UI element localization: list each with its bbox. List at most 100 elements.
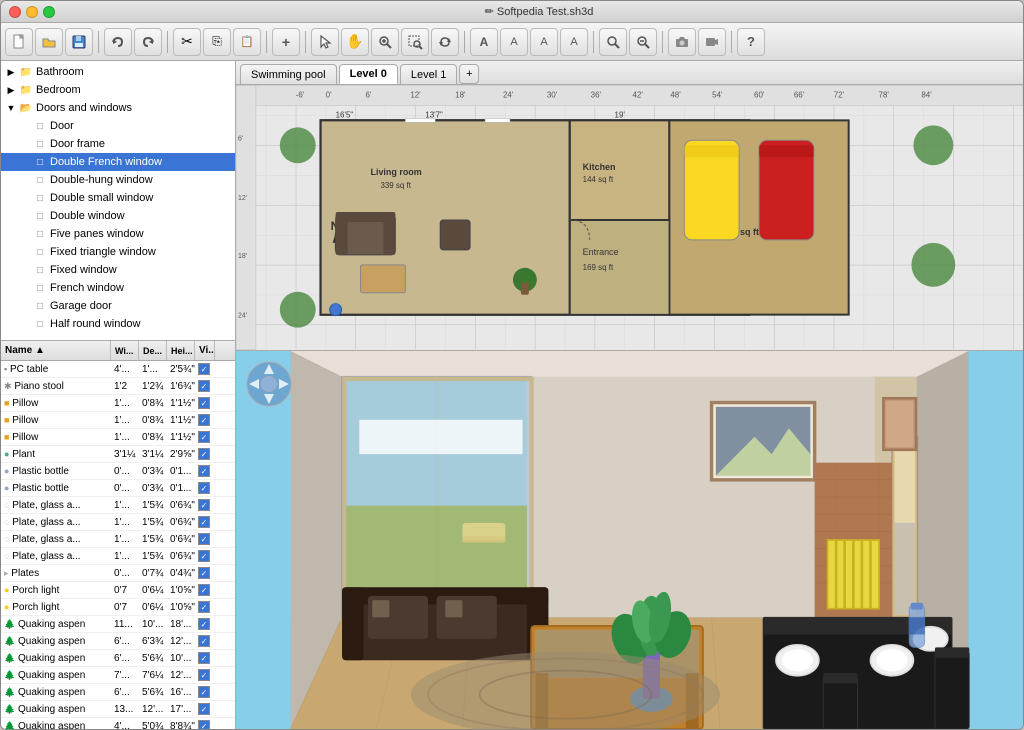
table-row[interactable]: ○ Plate, glass a... 1'... 1'5¾ 0'6¾" [1,497,235,514]
table-row-porch-light-2[interactable]: ● Porch light 0'7 0'6¼ 1'0⅝" [1,599,235,616]
item-icon-door-frame: □ [33,137,47,151]
tree-item-door[interactable]: □ Door [1,117,235,135]
cell-visible[interactable] [195,396,215,410]
camera-button[interactable] [668,28,696,56]
floor-plan-area[interactable]: Swimming pool Level 0 Level 1 + [236,61,1023,351]
dim-a-button[interactable]: A [500,28,528,56]
paste-button[interactable]: 📋 [233,28,261,56]
tree-item-double-window[interactable]: □ Double window [1,207,235,225]
zoom-out-button[interactable] [629,28,657,56]
cell-visible[interactable] [195,498,215,512]
tree-label-bedroom: Bedroom [36,84,81,96]
cell-visible[interactable] [195,379,215,393]
cell-visible[interactable] [195,719,215,729]
tab-add-button[interactable]: + [459,64,479,84]
table-row[interactable]: 🌲 Quaking aspen 6'... 5'6¾ 16'... [1,684,235,701]
table-row[interactable]: ✱ Piano stool 1'2 1'2¾ 1'6¾" [1,378,235,395]
table-row[interactable]: ■ Pillow 1'... 0'8¾ 1'1½" [1,429,235,446]
maximize-button[interactable] [43,6,55,18]
dim-c-button[interactable]: A [560,28,588,56]
table-row[interactable]: 🌲 Quaking aspen 6'... 6'3¾ 12'... [1,633,235,650]
table-row[interactable]: ● Plant 3'1¼ 3'1¼ 2'9⅝" [1,446,235,463]
tree-item-fixed[interactable]: □ Fixed window [1,261,235,279]
tree-item-five-panes[interactable]: □ Five panes window [1,225,235,243]
cell-visible[interactable] [195,430,215,444]
cell-visible[interactable] [195,481,215,495]
tree-item-fixed-triangle[interactable]: □ Fixed triangle window [1,243,235,261]
tree-item-half-round[interactable]: □ Half round window [1,315,235,333]
cell-visible[interactable] [195,668,215,682]
table-row-plastic-bottle-2[interactable]: ● Plastic bottle 0'... 0'3¾ 0'1... [1,480,235,497]
pan-button[interactable]: ✋ [341,28,369,56]
cell-depth: 1'5¾ [139,516,167,529]
help-button[interactable]: ? [737,28,765,56]
tree-item-double-hung[interactable]: □ Double-hung window [1,171,235,189]
new-button[interactable] [5,28,33,56]
tree-label-double-hung: Double-hung window [50,174,153,186]
table-row[interactable]: ○ Plate, glass a... 1'... 1'5¾ 0'6¾" [1,531,235,548]
table-row[interactable]: ▪ PC table 4'... 1'... 2'5¾" [1,361,235,378]
tree-view[interactable]: ▶ 📁 Bathroom ▶ 📁 Bedroom ▼ 📂 Doors and w… [1,61,235,341]
cell-visible[interactable] [195,651,215,665]
video-button[interactable] [698,28,726,56]
cell-visible[interactable] [195,617,215,631]
tab-level-0[interactable]: Level 0 [339,64,398,84]
table-row[interactable]: ○ Plate, glass a... 1'... 1'5¾ 0'6¾" [1,514,235,531]
table-row[interactable]: ■ Pillow 1'... 0'8¾ 1'1½" [1,412,235,429]
item-icon-double-small: □ [33,191,47,205]
tree-item-door-frame[interactable]: □ Door frame [1,135,235,153]
table-row[interactable]: 🌲 Quaking aspen 7'... 7'6¼ 12'... [1,667,235,684]
cell-visible[interactable] [195,634,215,648]
table-row[interactable]: 🌲 Quaking aspen 6'... 5'6¾ 10'... [1,650,235,667]
tab-level-1[interactable]: Level 1 [400,64,457,84]
minimize-button[interactable] [26,6,38,18]
svg-text:84': 84' [921,90,932,99]
svg-text:42': 42' [632,90,643,99]
table-row-porch-light-1[interactable]: ● Porch light 0'7 0'6¼ 1'0⅝" [1,582,235,599]
tree-item-garage-door[interactable]: □ Garage door [1,297,235,315]
table-row[interactable]: ■ Pillow 1'... 0'8¾ 1'1½" [1,395,235,412]
text-button[interactable]: A [470,28,498,56]
table-row[interactable]: ○ Plate, glass a... 1'... 1'5¾ 0'6¾" [1,548,235,565]
copy-button[interactable]: ⎘ [203,28,231,56]
rotate-button[interactable] [431,28,459,56]
cell-visible[interactable] [195,600,215,614]
cell-visible[interactable] [195,685,215,699]
open-button[interactable] [35,28,63,56]
navigation-control[interactable] [244,359,294,409]
cut-button[interactable]: ✂ [173,28,201,56]
table-row[interactable]: 🌲 Quaking aspen 11... 10'... 18'... [1,616,235,633]
cell-visible[interactable] [195,549,215,563]
tree-item-double-french[interactable]: □ Double French window [1,153,235,171]
cell-visible[interactable] [195,413,215,427]
cell-visible[interactable] [195,362,215,376]
cell-visible[interactable] [195,566,215,580]
cell-visible[interactable] [195,583,215,597]
select-button[interactable] [311,28,339,56]
close-button[interactable] [9,6,21,18]
undo-button[interactable] [104,28,132,56]
tree-item-french[interactable]: □ French window [1,279,235,297]
table-row-plastic-bottle-1[interactable]: ● Plastic bottle 0'... 0'3¾ 0'1... [1,463,235,480]
furniture-table[interactable]: Name ▲ Wi... De... Hei... Vi... ▪ PC tab… [1,341,235,729]
search-button[interactable] [599,28,627,56]
table-row[interactable]: 🌲 Quaking aspen 13... 12'... 17'... [1,701,235,718]
zoom-area-button[interactable] [401,28,429,56]
cell-visible[interactable] [195,532,215,546]
add-furniture-button[interactable]: + [272,28,300,56]
zoom-in-button[interactable] [371,28,399,56]
save-button[interactable] [65,28,93,56]
tree-item-bathroom[interactable]: ▶ 📁 Bathroom [1,63,235,81]
tree-item-bedroom[interactable]: ▶ 📁 Bedroom [1,81,235,99]
cell-visible[interactable] [195,447,215,461]
table-row-plates[interactable]: ▸ Plates 0'... 0'7¾ 0'4¾" [1,565,235,582]
cell-visible[interactable] [195,464,215,478]
dim-b-button[interactable]: A [530,28,558,56]
tree-item-doors-windows[interactable]: ▼ 📂 Doors and windows [1,99,235,117]
redo-button[interactable] [134,28,162,56]
tree-item-double-small[interactable]: □ Double small window [1,189,235,207]
tab-swimming-pool[interactable]: Swimming pool [240,64,337,84]
cell-visible[interactable] [195,515,215,529]
table-row[interactable]: 🌲 Quaking aspen 4'... 5'0¾ 8'8¾" [1,718,235,729]
cell-visible[interactable] [195,702,215,716]
